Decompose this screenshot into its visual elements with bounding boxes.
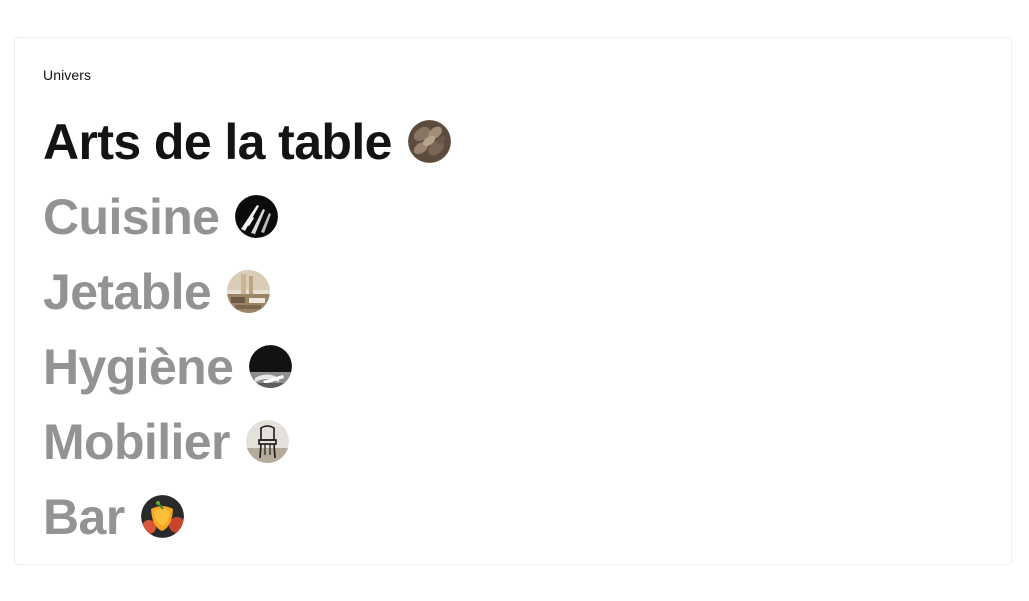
chair-image	[245, 420, 289, 463]
universe-label: Hygiène	[43, 338, 234, 395]
knives-image	[235, 195, 279, 238]
universe-item-bar[interactable]: Bar	[43, 479, 451, 554]
universe-list: Arts de la table Cuisine Jetable Hygiène…	[43, 104, 451, 554]
universe-label: Jetable	[43, 263, 212, 320]
universe-item-hygiene[interactable]: Hygiène	[43, 329, 451, 404]
section-label: Univers	[43, 67, 92, 83]
cocktail-image	[140, 495, 184, 538]
universe-label: Arts de la table	[43, 113, 392, 170]
universe-label: Bar	[43, 488, 125, 545]
universe-item-mobilier[interactable]: Mobilier	[43, 404, 451, 479]
universe-item-jetable[interactable]: Jetable	[43, 254, 451, 329]
universe-item-cuisine[interactable]: Cuisine	[43, 179, 451, 254]
cleaning-image	[249, 345, 293, 388]
disposables-image	[227, 270, 271, 313]
universe-item-arts-de-la-table[interactable]: Arts de la table	[43, 104, 451, 179]
universe-label: Cuisine	[43, 188, 220, 245]
plates-stack-image	[407, 120, 451, 163]
universe-card: Univers Arts de la table Cuisine Jetable…	[14, 37, 1012, 565]
universe-label: Mobilier	[43, 413, 230, 470]
